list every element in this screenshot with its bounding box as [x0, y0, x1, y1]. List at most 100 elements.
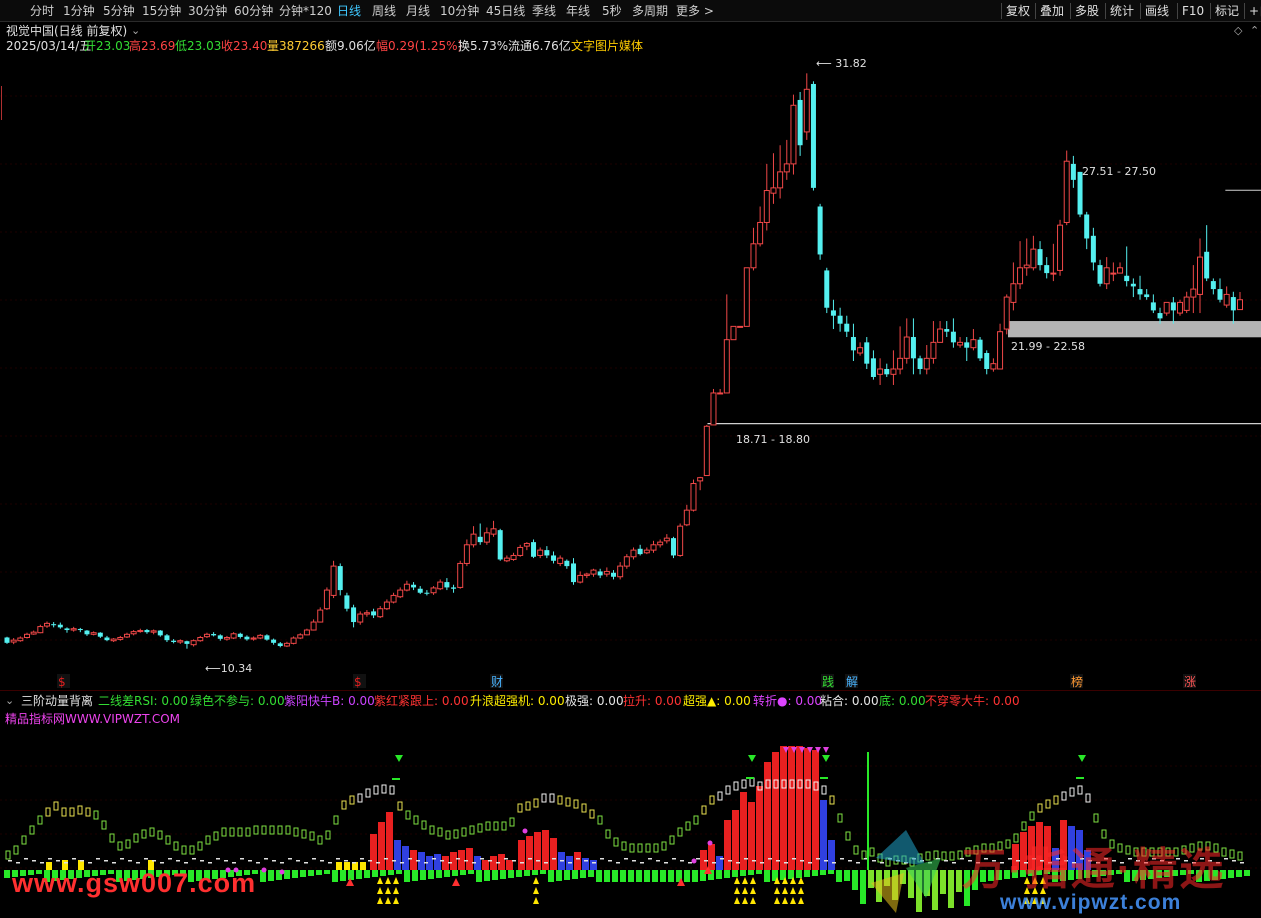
period-tab-2[interactable]: 5分钟 — [103, 3, 135, 19]
tool-separator — [1001, 3, 1002, 19]
signal-line — [448, 862, 452, 864]
negative-bar — [580, 870, 586, 878]
tool-button-4[interactable]: 画线 — [1145, 3, 1169, 19]
candle[interactable] — [1003, 294, 1010, 335]
indicator-bar — [466, 848, 473, 870]
period-tab-8[interactable]: 周线 — [372, 3, 396, 19]
tool-button-6[interactable]: 标记 — [1215, 3, 1239, 19]
candle-body — [250, 637, 257, 640]
tool-button-5[interactable]: F10 — [1182, 3, 1204, 19]
candle-body — [211, 634, 217, 636]
candle-body — [1097, 265, 1103, 284]
candle[interactable] — [817, 203, 823, 260]
candle[interactable] — [730, 325, 737, 341]
candle[interactable] — [824, 267, 830, 314]
candle[interactable] — [4, 636, 10, 644]
candle-body — [824, 270, 830, 308]
yellow-bar — [360, 862, 366, 870]
candle[interactable] — [670, 536, 676, 559]
tool-button-1[interactable]: 叠加 — [1040, 3, 1064, 19]
stock-title[interactable]: 视觉中国(日线 前复权) — [6, 24, 127, 38]
event-marker[interactable]: $ — [354, 675, 362, 689]
candle[interactable] — [677, 523, 684, 557]
candle[interactable] — [457, 560, 464, 589]
negative-bar — [732, 870, 738, 877]
candle[interactable] — [1063, 150, 1070, 226]
candle[interactable] — [790, 94, 797, 175]
candle[interactable] — [690, 479, 697, 512]
event-marker[interactable]: 榜 — [1071, 674, 1083, 689]
period-tab-13[interactable]: 年线 — [566, 3, 590, 19]
period-tab-12[interactable]: 季线 — [532, 3, 556, 19]
candle[interactable] — [977, 337, 983, 361]
tool-separator — [1244, 3, 1245, 19]
period-tab-11[interactable]: 45日线 — [486, 3, 525, 19]
title-dropdown-icon[interactable]: ⌄ — [131, 24, 140, 38]
negative-bar — [588, 870, 594, 877]
quote-info-bar: 视觉中国(日线 前复权) ⌄ ◇ ⌃ 2025/03/14/五 开 23.03 … — [0, 22, 1261, 58]
signal-line — [504, 858, 508, 860]
candle[interactable] — [623, 554, 630, 569]
period-tab-3[interactable]: 15分钟 — [142, 3, 181, 19]
indicator-name[interactable]: 三阶动量背离 — [21, 694, 93, 708]
candle[interactable] — [303, 628, 310, 636]
candle[interactable] — [737, 325, 744, 328]
tool-button-0[interactable]: 复权 — [1006, 3, 1030, 19]
period-tab-14[interactable]: 5秒 — [602, 3, 622, 19]
tool-button-7[interactable]: +自 — [1249, 3, 1261, 19]
signal-line — [88, 862, 92, 864]
candle[interactable] — [531, 539, 537, 559]
candle[interactable] — [703, 424, 710, 477]
event-marker[interactable]: 财 — [491, 675, 503, 689]
event-marker[interactable]: $ — [58, 675, 66, 689]
signal-line — [704, 860, 708, 862]
signal-line — [344, 860, 348, 862]
candle[interactable] — [810, 81, 816, 191]
candle[interactable] — [1177, 299, 1184, 316]
signal-line — [528, 858, 532, 860]
candle[interactable] — [323, 587, 330, 611]
candle[interactable] — [743, 267, 750, 327]
collapse-icon[interactable]: ⌃ — [1250, 24, 1259, 38]
zone-bottom-label: 18.71 - 18.80 — [736, 433, 810, 446]
indicator-bar — [574, 852, 581, 870]
candle-body — [743, 267, 750, 327]
indicator-bar — [590, 860, 597, 870]
quote-concept-tags[interactable]: 文字图片媒体 — [571, 39, 643, 53]
period-tab-7[interactable]: 日线 — [337, 3, 361, 19]
diamond-icon[interactable]: ◇ — [1234, 24, 1242, 38]
period-tab-16[interactable]: 更多 > — [676, 3, 714, 19]
indicator-menu-icon[interactable]: ⌄ — [5, 694, 14, 708]
candle[interactable] — [330, 560, 337, 599]
candle[interactable] — [317, 607, 324, 623]
period-tab-0[interactable]: 分时 — [30, 3, 54, 19]
signal-line — [96, 858, 100, 860]
negative-bar — [836, 870, 842, 882]
candle-body — [1090, 235, 1096, 263]
candle-body — [937, 328, 944, 343]
period-tab-15[interactable]: 多周期 — [632, 3, 668, 19]
period-tab-1[interactable]: 1分钟 — [63, 3, 95, 19]
candle-body — [171, 640, 177, 643]
period-tab-4[interactable]: 30分钟 — [188, 3, 227, 19]
event-marker[interactable]: 解 — [846, 675, 858, 689]
candle[interactable] — [710, 388, 717, 426]
negative-bar — [340, 870, 346, 881]
candle[interactable] — [1077, 171, 1083, 218]
period-tab-5[interactable]: 60分钟 — [234, 3, 273, 19]
signal-line — [1240, 862, 1244, 864]
candle[interactable] — [1057, 219, 1064, 276]
candle-body — [723, 339, 730, 394]
candle[interactable] — [497, 528, 503, 561]
event-marker[interactable]: 涨 — [1184, 674, 1196, 689]
candle[interactable] — [290, 636, 297, 645]
period-tab-9[interactable]: 月线 — [406, 3, 430, 19]
tool-button-2[interactable]: 多股 — [1075, 3, 1099, 19]
candle-body — [417, 588, 423, 593]
candlestick-chart[interactable]: ⟵ 31.82 ⟵10.34 27.51 - 27.50 21.99 - 22.58 1… — [0, 58, 1261, 690]
candle[interactable] — [344, 592, 350, 612]
period-tab-10[interactable]: 10分钟 — [440, 3, 479, 19]
event-marker[interactable]: 践 — [822, 675, 834, 689]
tool-button-3[interactable]: 统计 — [1110, 3, 1134, 19]
period-tab-6[interactable]: 分钟*120 — [279, 3, 332, 19]
